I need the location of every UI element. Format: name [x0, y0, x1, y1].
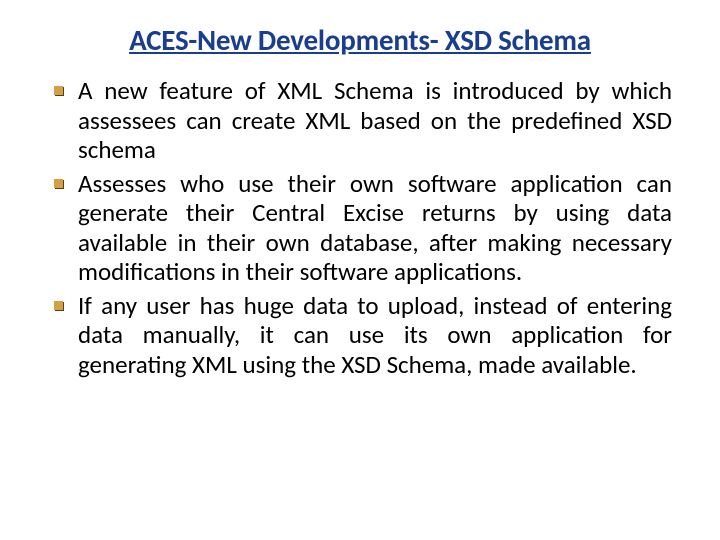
list-item: Assesses who use their own software appl… [48, 169, 672, 287]
bullet-list: A new feature of XML Schema is introduce… [48, 76, 672, 379]
list-item: A new feature of XML Schema is introduce… [48, 76, 672, 165]
list-item: If any user has huge data to upload, ins… [48, 291, 672, 380]
slide-title: ACES-New Developments- XSD Schema [48, 22, 672, 58]
